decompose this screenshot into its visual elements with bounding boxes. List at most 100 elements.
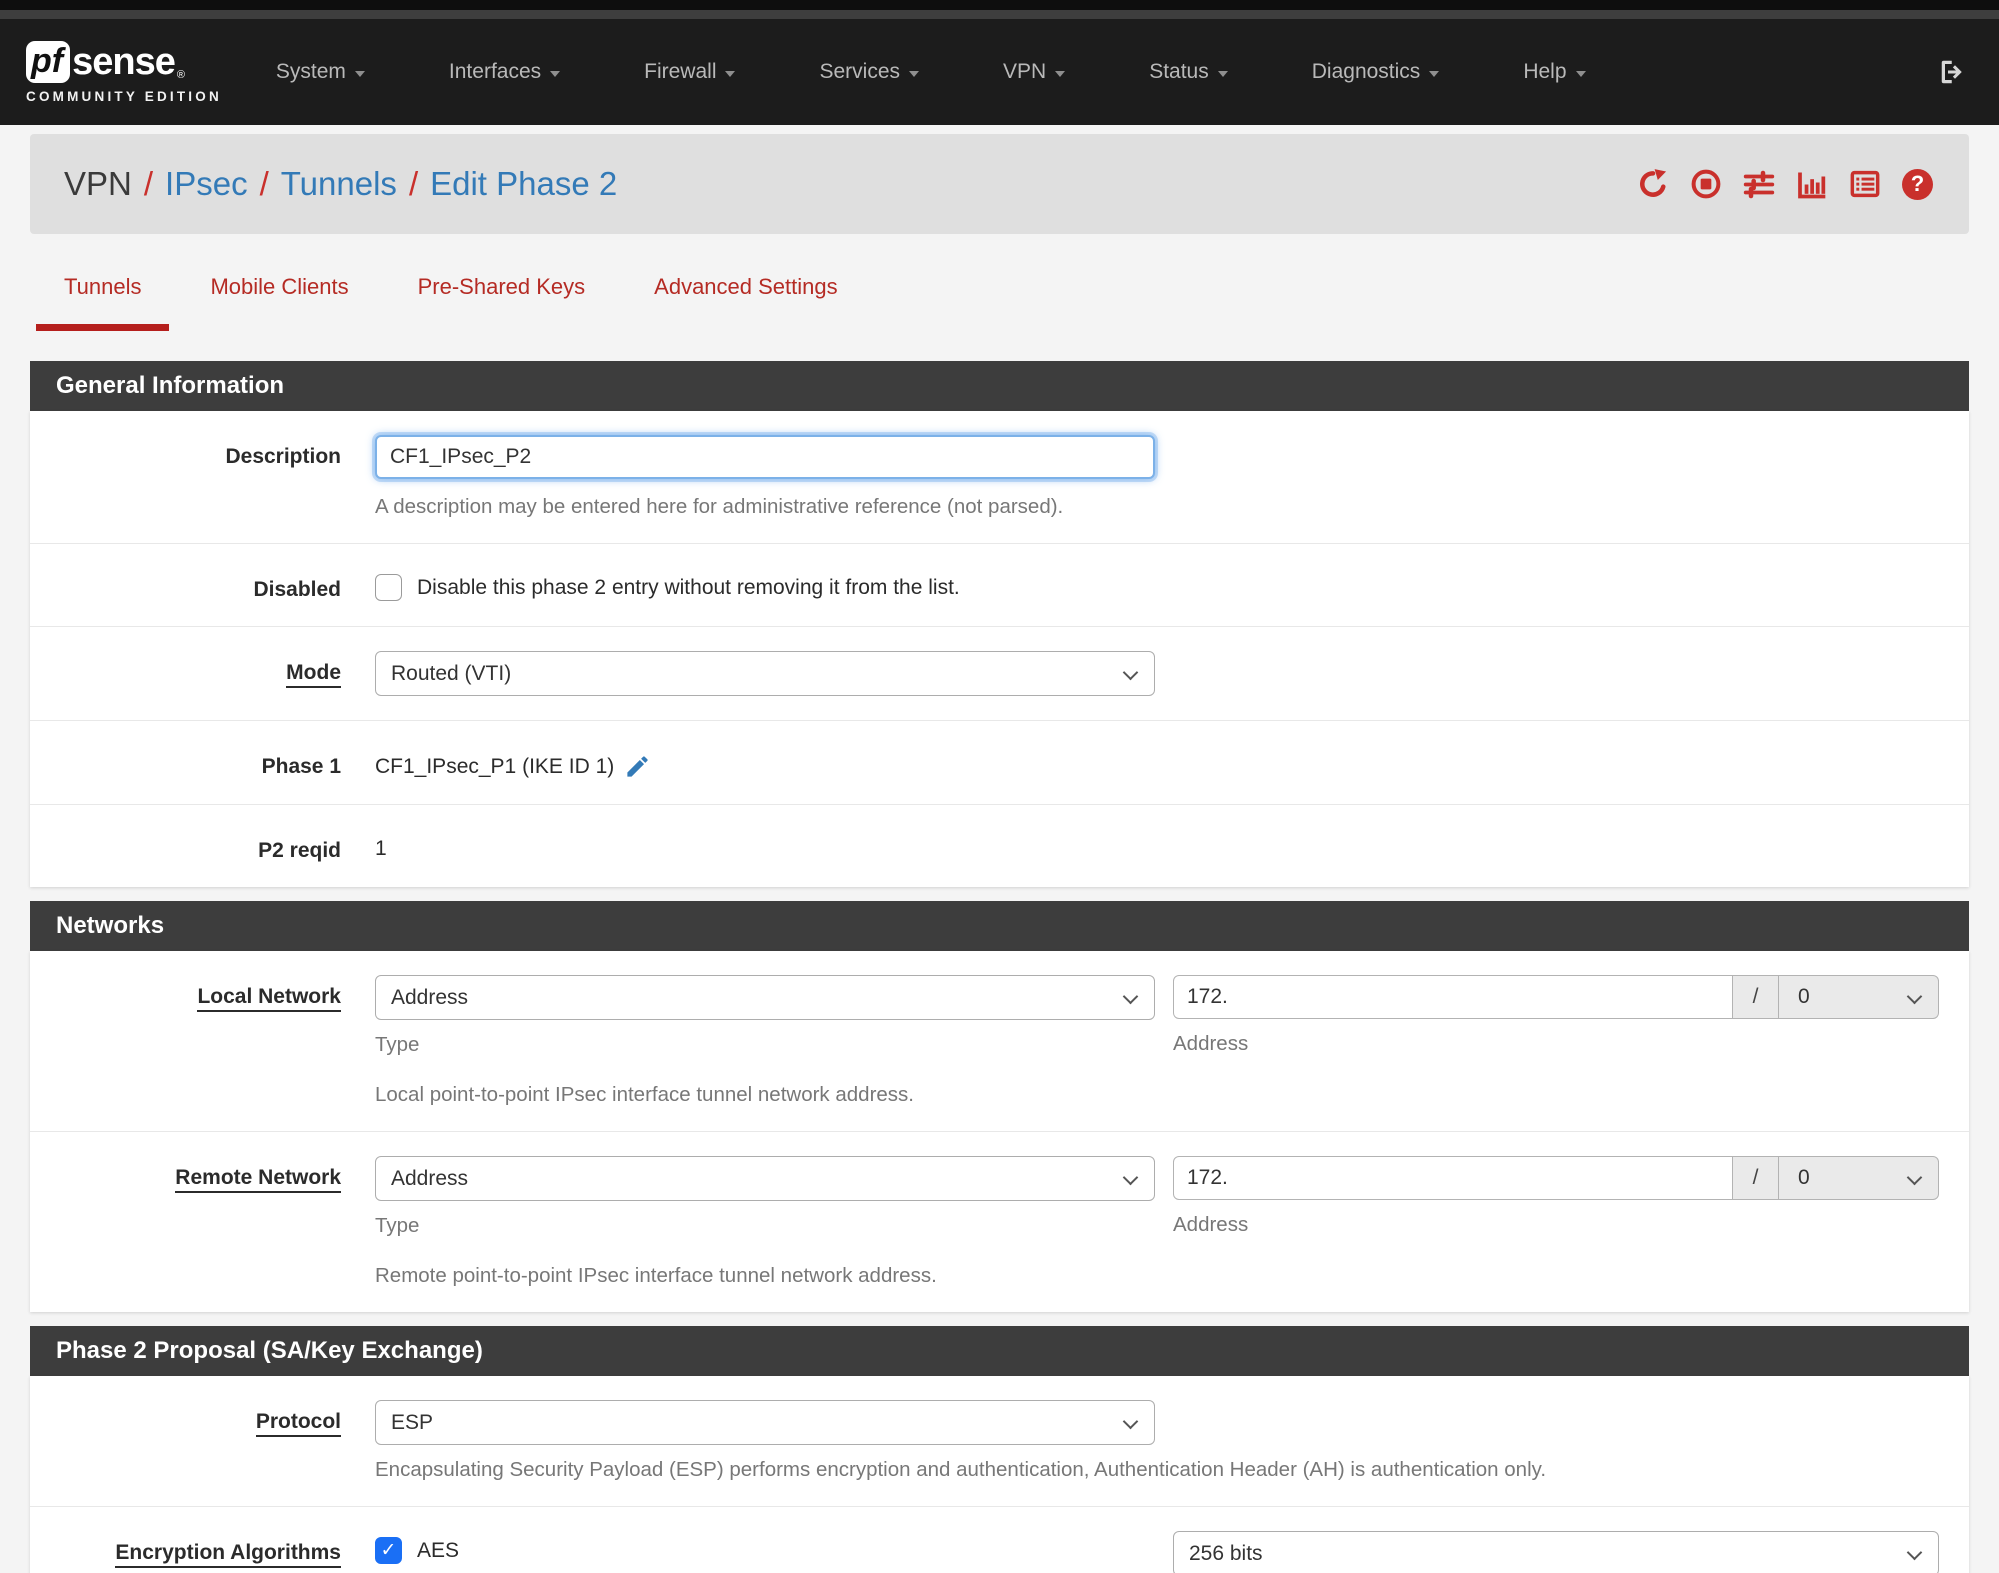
- nav-item-diagnostics[interactable]: Diagnostics: [1270, 19, 1482, 125]
- community-edition-label: COMMUNITY EDITION: [26, 88, 222, 104]
- chevron-down-icon: [725, 70, 736, 77]
- local-network-type-select[interactable]: Address: [375, 975, 1155, 1020]
- local-network-help: Local point-to-point IPsec interface tun…: [375, 1083, 914, 1106]
- pfsense-logo[interactable]: pf sense ® COMMUNITY EDITION: [26, 40, 222, 104]
- chevron-down-icon: [1429, 70, 1440, 77]
- tab-tunnels[interactable]: Tunnels: [36, 274, 170, 331]
- form-row-description: Description A description may be entered…: [30, 411, 1969, 543]
- form-row-local-network: Local Network Address Type Local point-t…: [30, 951, 1969, 1131]
- refresh-icon[interactable]: [1637, 168, 1669, 200]
- chevron-down-icon: [1122, 664, 1139, 681]
- form-row-disabled: Disabled Disable this phase 2 entry with…: [30, 543, 1969, 626]
- nav-item-services[interactable]: Services: [777, 19, 961, 125]
- form-row-remote-network: Remote Network Address Type Remote point…: [30, 1131, 1969, 1312]
- nav-item-status[interactable]: Status: [1107, 19, 1270, 125]
- sign-out-icon[interactable]: [1937, 56, 1969, 88]
- section-title: General Information: [30, 361, 1969, 411]
- chevron-down-icon: [1906, 988, 1923, 1005]
- chevron-down-icon: [1217, 70, 1228, 77]
- section-general-information: General Information Description A descri…: [30, 361, 1969, 887]
- remote-mask-select[interactable]: 0: [1779, 1156, 1939, 1200]
- nav-item-system[interactable]: System: [234, 19, 407, 125]
- page-action-icons: ?: [1637, 168, 1933, 200]
- nav-item-vpn[interactable]: VPN: [961, 19, 1107, 125]
- aes-checkbox[interactable]: ✓: [375, 1537, 402, 1564]
- breadcrumb-edit-phase2[interactable]: Edit Phase 2: [430, 165, 617, 203]
- breadcrumb-ipsec[interactable]: IPsec: [165, 165, 248, 203]
- disabled-checkbox[interactable]: [375, 574, 402, 601]
- section-title: Phase 2 Proposal (SA/Key Exchange): [30, 1326, 1969, 1376]
- tab-mobile-clients[interactable]: Mobile Clients: [182, 274, 376, 331]
- section-title: Networks: [30, 901, 1969, 951]
- window-title-strip: [0, 10, 1999, 19]
- remote-address-input[interactable]: [1173, 1156, 1733, 1200]
- local-address-input[interactable]: [1173, 975, 1733, 1019]
- encryption-algorithms-label: Encryption Algorithms: [115, 1541, 341, 1568]
- window-top-strip: [0, 0, 1999, 10]
- mask-separator: /: [1733, 975, 1779, 1019]
- breadcrumb-separator: /: [259, 165, 269, 202]
- p2reqid-label: P2 reqid: [258, 839, 341, 862]
- bar-chart-icon[interactable]: [1796, 168, 1828, 200]
- form-row-protocol: Protocol ESP Encapsulating Security Payl…: [30, 1376, 1969, 1506]
- breadcrumb: VPN / IPsec / Tunnels / Edit Phase 2: [64, 165, 617, 203]
- mode-select[interactable]: Routed (VTI): [375, 651, 1155, 696]
- breadcrumb-tunnels[interactable]: Tunnels: [281, 165, 397, 203]
- remote-type-caption: Type: [375, 1214, 420, 1237]
- protocol-select[interactable]: ESP: [375, 1400, 1155, 1445]
- chevron-down-icon: [1906, 1544, 1923, 1561]
- aes-keylength-select[interactable]: 256 bits: [1173, 1531, 1939, 1573]
- pfsense-logo-sense: sense: [72, 40, 176, 83]
- mask-separator: /: [1733, 1156, 1779, 1200]
- stop-icon[interactable]: [1690, 168, 1722, 200]
- description-label: Description: [225, 445, 341, 468]
- chevron-down-icon: [1055, 70, 1066, 77]
- pfsense-logo-pf: pf: [26, 40, 71, 83]
- chevron-down-icon: [1575, 70, 1586, 77]
- chevron-down-icon: [1122, 1169, 1139, 1186]
- protocol-help: Encapsulating Security Payload (ESP) per…: [375, 1458, 1547, 1481]
- remote-address-caption: Address: [1173, 1213, 1249, 1236]
- nav-item-help[interactable]: Help: [1481, 19, 1627, 125]
- tab-advanced-settings[interactable]: Advanced Settings: [626, 274, 865, 331]
- local-network-label: Local Network: [197, 985, 341, 1012]
- p2reqid-value: 1: [375, 837, 387, 860]
- log-list-icon[interactable]: [1849, 168, 1881, 200]
- disabled-checkbox-label: Disable this phase 2 entry without remov…: [417, 575, 960, 599]
- remote-network-type-select[interactable]: Address: [375, 1156, 1155, 1201]
- phase1-value: CF1_IPsec_P1 (IKE ID 1): [375, 754, 615, 778]
- description-input[interactable]: [375, 435, 1155, 479]
- pencil-icon[interactable]: [624, 753, 651, 780]
- form-row-p2reqid: P2 reqid 1: [30, 804, 1969, 887]
- main-menu: System Interfaces Firewall Services VPN …: [234, 19, 1628, 125]
- form-row-mode: Mode Routed (VTI): [30, 626, 1969, 720]
- nav-item-firewall[interactable]: Firewall: [602, 19, 777, 125]
- registered-mark: ®: [176, 68, 185, 81]
- aes-checkbox-label: AES: [417, 1538, 460, 1562]
- remote-network-help: Remote point-to-point IPsec interface tu…: [375, 1264, 937, 1287]
- chevron-down-icon: [550, 70, 561, 77]
- local-type-caption: Type: [375, 1033, 420, 1056]
- description-help: A description may be entered here for ad…: [375, 495, 1064, 518]
- breadcrumb-vpn: VPN: [64, 165, 132, 202]
- breadcrumb-separator: /: [408, 165, 419, 202]
- chevron-down-icon: [909, 70, 920, 77]
- form-row-phase1: Phase 1 CF1_IPsec_P1 (IKE ID 1): [30, 720, 1969, 804]
- breadcrumb-bar: VPN / IPsec / Tunnels / Edit Phase 2 ?: [30, 134, 1969, 234]
- sliders-icon[interactable]: [1743, 168, 1775, 200]
- top-navbar: pf sense ® COMMUNITY EDITION System Inte…: [0, 19, 1999, 125]
- breadcrumb-separator: /: [143, 165, 154, 202]
- help-icon[interactable]: ?: [1902, 168, 1933, 200]
- form-row-encryption-aes: Encryption Algorithms ✓ AES 256 bits: [30, 1506, 1969, 1573]
- chevron-down-icon: [354, 70, 365, 77]
- remote-network-label: Remote Network: [175, 1166, 341, 1193]
- phase1-label: Phase 1: [261, 755, 341, 778]
- chevron-down-icon: [1122, 988, 1139, 1005]
- chevron-down-icon: [1122, 1413, 1139, 1430]
- mode-label: Mode: [286, 661, 341, 688]
- tab-pre-shared-keys[interactable]: Pre-Shared Keys: [390, 274, 614, 331]
- section-phase2-proposal: Phase 2 Proposal (SA/Key Exchange) Proto…: [30, 1326, 1969, 1573]
- disabled-label: Disabled: [253, 578, 341, 601]
- local-mask-select[interactable]: 0: [1779, 975, 1939, 1019]
- nav-item-interfaces[interactable]: Interfaces: [407, 19, 602, 125]
